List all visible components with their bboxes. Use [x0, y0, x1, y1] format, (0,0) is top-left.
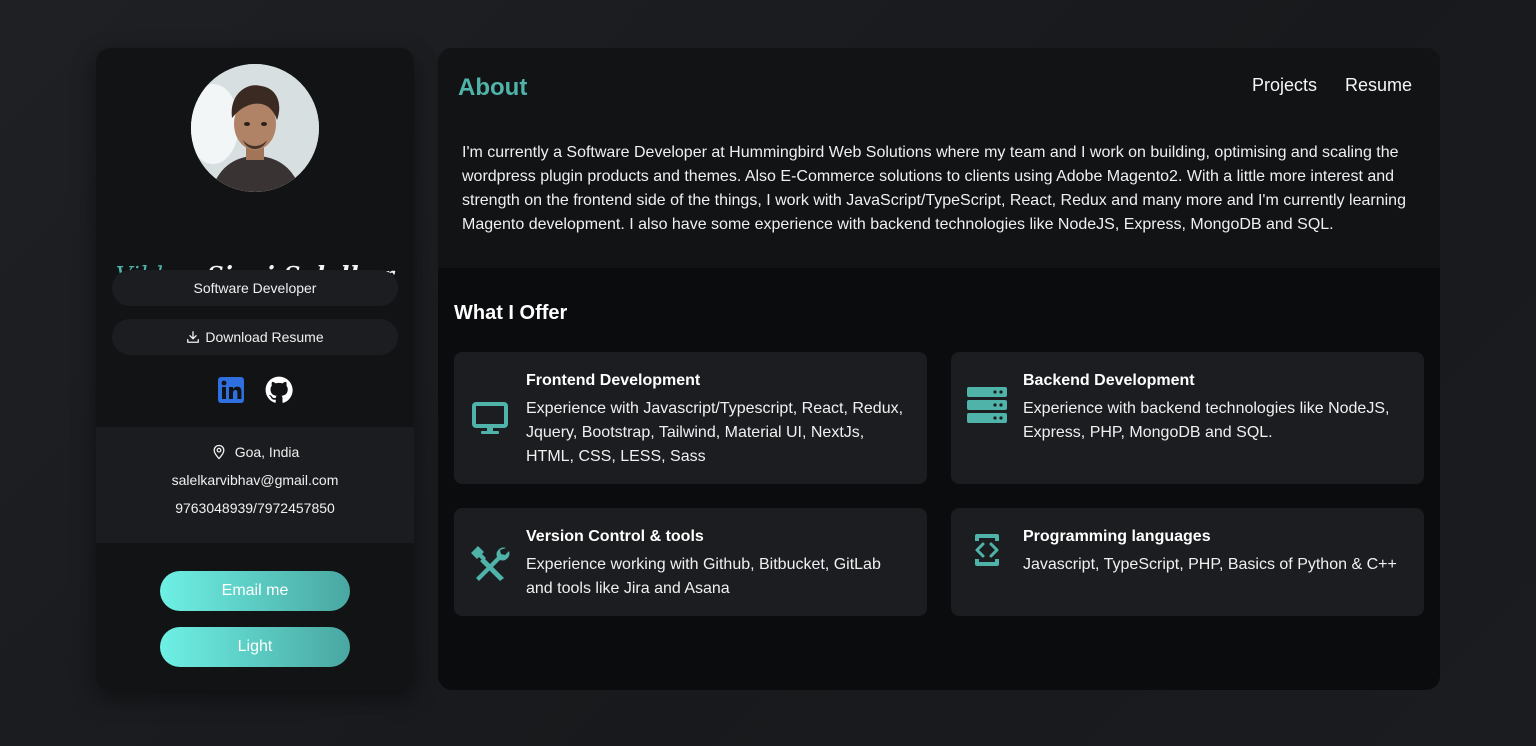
email-me-label: Email me: [221, 582, 289, 599]
theme-toggle-label: Light: [237, 638, 273, 655]
card-description: Experience with backend technologies lik…: [1023, 400, 1390, 441]
avatar-photo: [191, 64, 319, 192]
card-title: Version Control & tools: [526, 528, 704, 545]
location: Goa, India: [96, 444, 414, 460]
offer-title: What I Offer: [454, 302, 568, 324]
email-address: salelkarvibhav@gmail.com: [171, 472, 339, 488]
main-panel: About Projects Resume I'm currently a So…: [438, 48, 1440, 690]
card-description: Experience working with Github, Bitbucke…: [526, 556, 881, 597]
card-description: Javascript, TypeScript, PHP, Basics of P…: [1023, 556, 1397, 573]
about-title: About: [458, 74, 528, 101]
about-text: I'm currently a Software Developer at Hu…: [462, 144, 1406, 233]
avatar: [191, 64, 319, 192]
nav-projects[interactable]: Projects: [1252, 75, 1317, 96]
github-icon[interactable]: [265, 376, 293, 404]
server-icon: [967, 386, 1007, 426]
contact-info: Goa, India salelkarvibhav@gmail.com 9763…: [96, 427, 414, 543]
phone-number: 9763048939/7972457850: [175, 500, 335, 516]
nav-resume[interactable]: Resume: [1345, 75, 1412, 96]
download-resume-button[interactable]: Download Resume: [112, 319, 398, 355]
tools-icon: [470, 542, 510, 582]
card-title: Backend Development: [1023, 372, 1195, 389]
card-description: Experience with Javascript/Typescript, R…: [526, 400, 904, 465]
linkedin-icon[interactable]: [217, 376, 245, 404]
location-pin-icon: [211, 444, 227, 460]
about-section: About Projects Resume I'm currently a So…: [438, 48, 1440, 268]
download-icon: [186, 330, 200, 344]
role-label: Software Developer: [193, 280, 317, 296]
offer-card-backend: Backend Development Experience with back…: [951, 352, 1424, 484]
role-badge: Software Developer: [112, 270, 398, 306]
offer-card-frontend: Frontend Development Experience with Jav…: [454, 352, 927, 484]
top-nav: Projects Resume: [1252, 75, 1412, 96]
code-icon: [967, 530, 1007, 570]
offer-card-version-control: Version Control & tools Experience worki…: [454, 508, 927, 616]
offer-card-languages: Programming languages Javascript, TypeSc…: [951, 508, 1424, 616]
theme-toggle-button[interactable]: Light: [160, 627, 350, 667]
email-me-button[interactable]: Email me: [160, 571, 350, 611]
location-text: Goa, India: [234, 444, 300, 460]
profile-sidebar: Vibhav Sinai Salelkar Software Developer…: [96, 48, 414, 690]
download-resume-label: Download Resume: [205, 329, 324, 345]
card-title: Frontend Development: [526, 372, 701, 389]
monitor-icon: [470, 398, 510, 438]
social-links: [96, 374, 414, 406]
card-title: Programming languages: [1023, 528, 1211, 545]
